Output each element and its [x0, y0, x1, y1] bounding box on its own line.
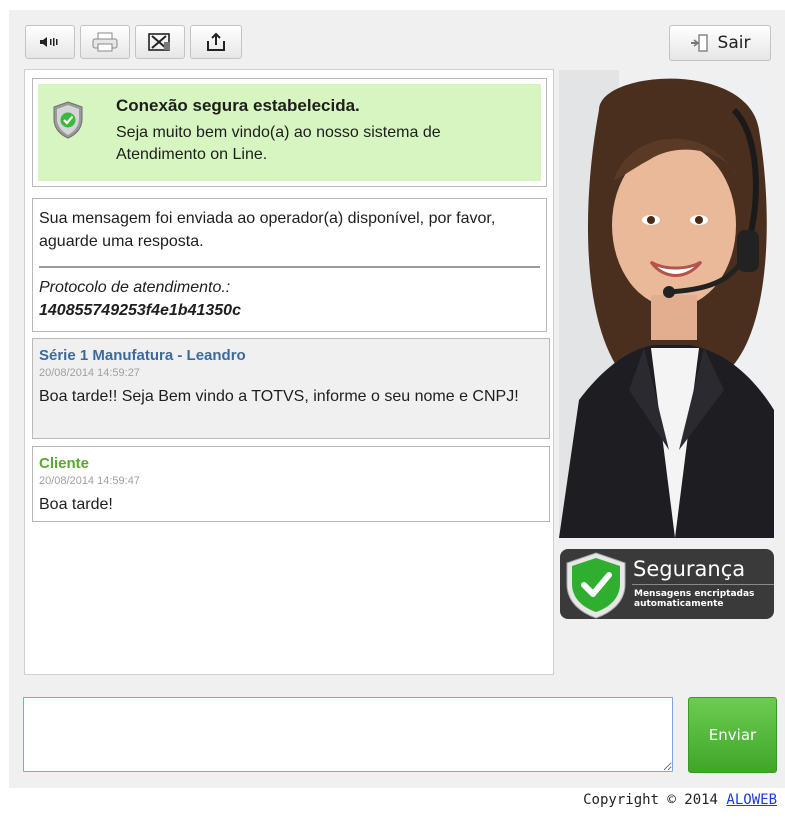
message-text: Boa tarde!	[39, 496, 113, 513]
security-badge-subtitle: Mensagens encriptadas automaticamente	[634, 589, 755, 609]
protocol-label: Protocolo de atendimento.:	[39, 279, 231, 296]
attendant-photo	[559, 70, 774, 538]
message-timestamp: 20/08/2014 14:59:47	[39, 475, 140, 487]
print-button[interactable]	[80, 25, 130, 59]
exit-button[interactable]: Sair	[669, 25, 771, 61]
send-button[interactable]: Enviar	[688, 697, 777, 773]
aloweb-link[interactable]: ALOWEB	[726, 792, 777, 808]
divider	[632, 584, 774, 585]
clear-icon	[148, 33, 170, 51]
secure-notice-body: Conexão segura estabelecida. Seja muito …	[38, 84, 541, 181]
security-badge-title: Segurança	[633, 557, 746, 581]
speaker-icon	[40, 37, 58, 47]
protocol-code: 140855749253f4e1b41350c	[39, 302, 241, 319]
sound-button[interactable]	[25, 25, 75, 59]
shield-check-icon	[566, 552, 626, 619]
copyright-text: Copyright © 2014	[583, 792, 718, 808]
system-message: Sua mensagem foi enviada ao operador(a) …	[32, 198, 547, 332]
chat-message-client: Cliente 20/08/2014 14:59:47 Boa tarde!	[32, 446, 550, 522]
chat-message-operator: Série 1 Manufatura - Leandro 20/08/2014 …	[32, 338, 550, 439]
clear-button[interactable]	[135, 25, 185, 59]
secure-connection-notice: Conexão segura estabelecida. Seja muito …	[32, 78, 547, 187]
exit-label: Sair	[717, 33, 751, 53]
divider	[39, 266, 540, 268]
shield-check-icon	[53, 101, 83, 139]
message-timestamp: 20/08/2014 14:59:27	[39, 367, 140, 379]
message-text: Boa tarde!! Seja Bem vindo a TOTVS, info…	[39, 388, 519, 405]
message-input[interactable]	[23, 697, 673, 772]
secure-notice-text: Seja muito bem vindo(a) ao nosso sistema…	[116, 124, 441, 163]
chat-log[interactable]: Conexão segura estabelecida. Seja muito …	[24, 69, 554, 675]
security-badge: Segurança Mensagens encriptadas automati…	[560, 549, 774, 619]
printer-icon	[92, 32, 118, 52]
secure-notice-title: Conexão segura estabelecida.	[116, 96, 360, 115]
message-author: Série 1 Manufatura - Leandro	[39, 347, 246, 364]
system-message-text: Sua mensagem foi enviada ao operador(a) …	[39, 210, 496, 250]
exit-icon	[690, 34, 708, 52]
export-button[interactable]	[190, 25, 242, 59]
message-author: Cliente	[39, 455, 90, 472]
copyright: Copyright © 2014 ALOWEB	[583, 792, 777, 808]
export-icon	[207, 32, 225, 51]
toolbar	[25, 25, 242, 61]
